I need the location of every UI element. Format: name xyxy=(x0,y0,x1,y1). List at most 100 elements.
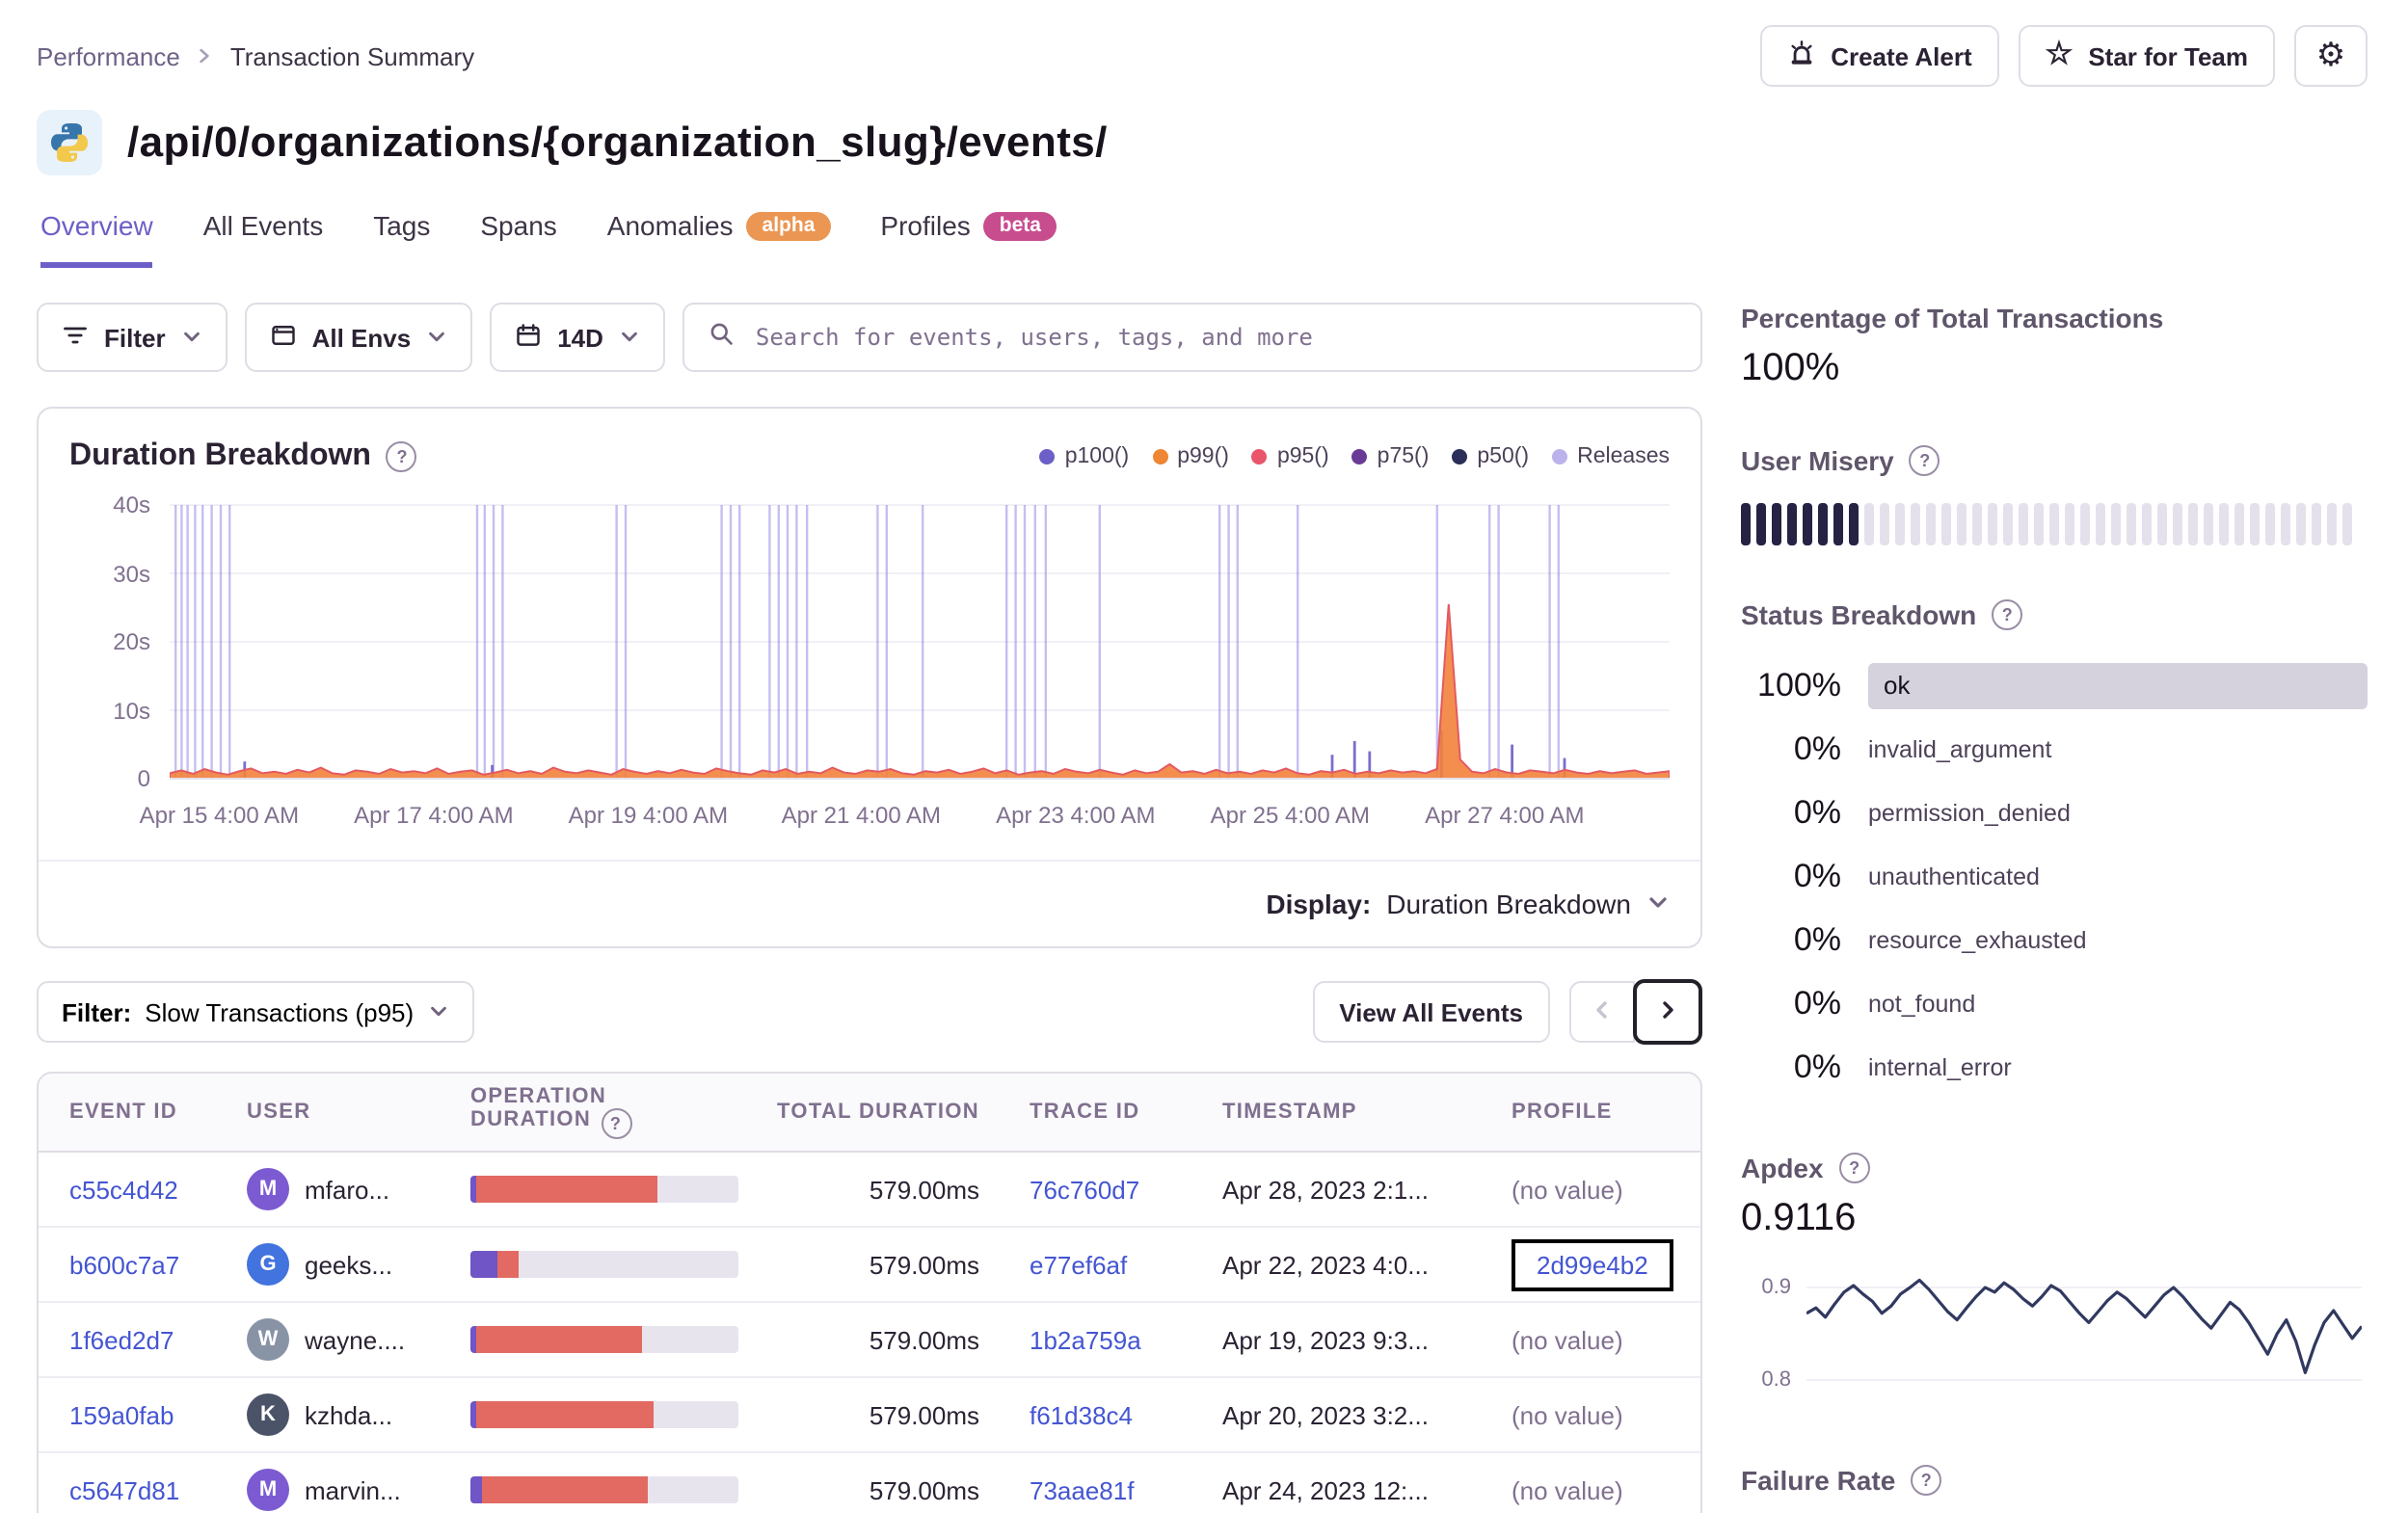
display-dropdown[interactable]: Display: Duration Breakdown xyxy=(39,860,1700,946)
tab-anomalies[interactable]: Anomalies alpha xyxy=(607,210,831,268)
y-tick: 30s xyxy=(113,560,150,587)
x-tick: Apr 17 4:00 AM xyxy=(354,802,514,829)
user-avatar: M xyxy=(247,1168,289,1210)
table-row: b600c7a7 Ggeeks... 579.00ms e77ef6af Apr… xyxy=(39,1227,1700,1303)
apdex-value: 0.9116 xyxy=(1741,1197,1857,1239)
search-icon xyxy=(708,319,735,356)
user-misery-bar xyxy=(2157,503,2167,545)
create-alert-button[interactable]: Create Alert xyxy=(1759,25,1999,87)
help-icon[interactable]: ? xyxy=(1911,1465,1942,1496)
timestamp: Apr 22, 2023 4:0... xyxy=(1207,1227,1496,1303)
status-row: 0% internal_error xyxy=(1793,1048,2012,1084)
window-icon xyxy=(270,321,297,354)
page-title: /api/0/organizations/{organization_slug}… xyxy=(127,118,1108,166)
search-input[interactable] xyxy=(751,322,1677,353)
user-misery-bar xyxy=(2312,503,2321,545)
user-misery-bar xyxy=(2281,503,2290,545)
sidebar: Percentage of Total Transactions 100% Us… xyxy=(1741,303,2368,1513)
percent-total-heading: Percentage of Total Transactions xyxy=(1741,303,2164,333)
trace-id-link[interactable]: 73aae81f xyxy=(1030,1475,1134,1504)
next-page-button[interactable] xyxy=(1633,979,1702,1045)
col-event-id: EVENT ID xyxy=(39,1074,231,1153)
environment-dropdown[interactable]: All Envs xyxy=(244,303,473,372)
trace-id-link[interactable]: e77ef6af xyxy=(1030,1250,1127,1279)
user-misery-bar xyxy=(2080,503,2090,545)
event-id-link[interactable]: 1f6ed2d7 xyxy=(69,1325,174,1354)
user-misery-bar xyxy=(2111,503,2121,545)
total-duration: 579.00ms xyxy=(744,1227,1014,1303)
event-id-link[interactable]: b600c7a7 xyxy=(69,1250,179,1279)
apdex-heading: Apdex ? xyxy=(1741,1153,2368,1183)
profile-link[interactable]: 2d99e4b2 xyxy=(1537,1250,1648,1279)
date-range-dropdown[interactable]: 14D xyxy=(490,303,665,372)
legend-p95[interactable]: p95() xyxy=(1251,445,1329,468)
help-icon[interactable]: ? xyxy=(1992,599,2023,630)
trace-id-link[interactable]: f61d38c4 xyxy=(1030,1400,1133,1429)
trace-id-link[interactable]: 76c760d7 xyxy=(1030,1175,1139,1204)
tab-tags[interactable]: Tags xyxy=(373,210,430,268)
chart-title: Duration Breakdown ? xyxy=(69,439,417,474)
help-icon[interactable]: ? xyxy=(1838,1153,1870,1183)
user-name: kzhda... xyxy=(305,1400,393,1429)
apdex-section: Apdex ? 0.9116 0.9 0.8 xyxy=(1741,1153,2368,1411)
user-misery-bar xyxy=(1849,503,1859,545)
legend-releases[interactable]: Releases xyxy=(1552,445,1670,468)
legend-p75[interactable]: p75() xyxy=(1351,445,1429,468)
user-misery-bar xyxy=(2188,503,2198,545)
tab-all-events[interactable]: All Events xyxy=(203,210,324,268)
apdex-chart-svg xyxy=(1806,1278,2364,1381)
user-avatar: K xyxy=(247,1394,289,1436)
event-id-link[interactable]: c55c4d42 xyxy=(69,1175,178,1204)
user-misery-bar xyxy=(2250,503,2260,545)
col-total-duration: TOTAL DURATION xyxy=(744,1074,1014,1153)
filter-icon xyxy=(62,321,89,354)
user-misery-bar xyxy=(1741,503,1751,545)
python-platform-icon xyxy=(37,110,102,175)
status-row: 0% permission_denied xyxy=(1793,793,2071,830)
legend-p100[interactable]: p100() xyxy=(1039,445,1129,468)
event-id-link[interactable]: c5647d81 xyxy=(69,1475,179,1504)
user-misery-bar xyxy=(1911,503,1920,545)
legend-dot xyxy=(1039,449,1056,465)
event-id-link[interactable]: 159a0fab xyxy=(69,1400,174,1429)
legend-p50[interactable]: p50() xyxy=(1452,445,1529,468)
chart-legend: p100() p99() p95() p75() p50() Releases xyxy=(1039,445,1670,468)
chevron-right-icon xyxy=(196,46,215,66)
operation-duration-bar xyxy=(470,1476,738,1503)
help-icon[interactable]: ? xyxy=(601,1108,632,1139)
user-misery-bar xyxy=(1926,503,1936,545)
legend-dot xyxy=(1552,449,1568,465)
user-misery-bar xyxy=(2327,503,2337,545)
help-icon[interactable]: ? xyxy=(1909,445,1940,476)
tab-overview[interactable]: Overview xyxy=(40,210,153,268)
x-axis: Apr 15 4:00 AM Apr 17 4:00 AM Apr 19 4:0… xyxy=(140,794,1670,844)
legend-dot xyxy=(1452,449,1468,465)
table-header-row: EVENT ID USER OPERATION DURATION? TOTAL … xyxy=(39,1074,1700,1153)
user-misery-bar xyxy=(2065,503,2074,545)
apdex-chart: 0.9 0.8 xyxy=(1741,1261,2368,1411)
transactions-filter-dropdown[interactable]: Filter: Slow Transactions (p95) xyxy=(37,981,474,1043)
duration-chart-plot xyxy=(170,497,1670,786)
status-row: 0% resource_exhausted xyxy=(1793,920,2087,957)
view-all-events-button[interactable]: View All Events xyxy=(1312,981,1550,1043)
col-user: USER xyxy=(231,1074,455,1153)
op-duration-segment-red xyxy=(475,1326,642,1353)
chevron-left-icon xyxy=(1591,997,1614,1026)
help-icon[interactable]: ? xyxy=(386,441,417,472)
previous-page-button[interactable] xyxy=(1569,981,1635,1043)
legend-p99[interactable]: p99() xyxy=(1152,445,1229,468)
apdex-plot xyxy=(1806,1261,2364,1411)
filter-dropdown[interactable]: Filter xyxy=(37,303,227,372)
breadcrumb-performance[interactable]: Performance xyxy=(37,41,180,70)
user-misery-bar xyxy=(1988,503,1997,545)
settings-button[interactable]: ⚙ xyxy=(2294,25,2368,87)
trace-id-link[interactable]: 1b2a759a xyxy=(1030,1325,1141,1354)
user-misery-bar xyxy=(1818,503,1828,545)
timestamp: Apr 24, 2023 12:... xyxy=(1222,1475,1429,1504)
beta-badge: beta xyxy=(983,211,1057,240)
user-name: mfaro... xyxy=(305,1175,390,1204)
timestamp: Apr 19, 2023 9:3... xyxy=(1207,1302,1496,1378)
tab-profiles[interactable]: Profiles beta xyxy=(880,210,1057,268)
star-for-team-button[interactable]: ☆ Star for Team xyxy=(2018,25,2275,87)
tab-spans[interactable]: Spans xyxy=(480,210,556,268)
